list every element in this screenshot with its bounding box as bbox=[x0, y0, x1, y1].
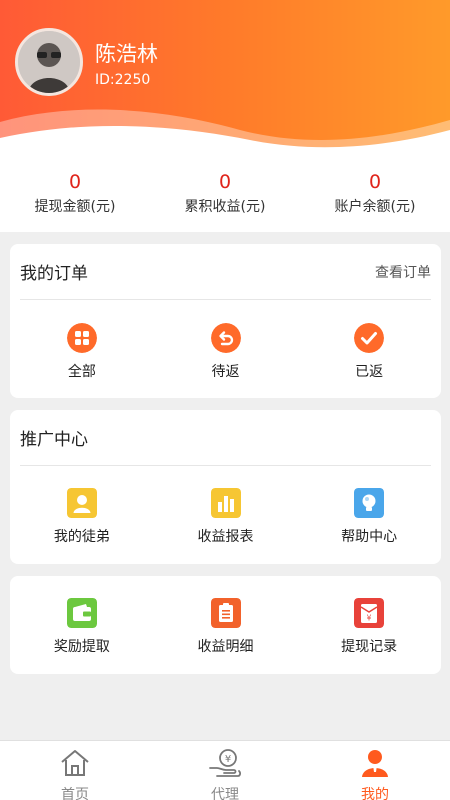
stats-bar: 0 提现金额(元) 0 累积收益(元) 0 账户余额(元) bbox=[0, 160, 450, 232]
stat-value: 0 bbox=[68, 171, 82, 193]
order-filter-label: 全部 bbox=[67, 364, 96, 380]
yen-hand-icon: ¥ bbox=[209, 749, 241, 777]
order-filter-label: 已返 bbox=[355, 364, 384, 380]
user-id: ID:2250 bbox=[95, 72, 151, 88]
user-icon bbox=[362, 750, 388, 777]
wallet-icon bbox=[66, 598, 97, 628]
tab-label: 首页 bbox=[61, 787, 89, 800]
stat-label: 账户余额(元) bbox=[334, 199, 416, 215]
tab-label: 代理 bbox=[211, 787, 239, 800]
promo-item-earnings-report[interactable]: 收益报表 bbox=[154, 488, 298, 546]
stat-value: 0 bbox=[368, 171, 382, 193]
tab-mine[interactable]: 我的 bbox=[300, 741, 450, 800]
profile-header: 陈浩林 ID:2250 bbox=[0, 0, 450, 160]
more-item-earnings-detail[interactable]: 收益明细 bbox=[154, 598, 298, 656]
stat-accumulated[interactable]: 0 累积收益(元) bbox=[150, 160, 300, 232]
more-item-label: 提现记录 bbox=[341, 639, 398, 655]
home-icon bbox=[61, 750, 89, 776]
bar-chart-icon bbox=[210, 488, 241, 518]
orders-title: 我的订单 bbox=[20, 264, 88, 284]
more-card: 奖励提取 收益明细 ¥ 提现记录 bbox=[10, 576, 441, 674]
yen-envelope-icon: ¥ bbox=[354, 598, 385, 628]
stat-withdrawn[interactable]: 0 提现金额(元) bbox=[0, 160, 150, 232]
more-item-reward-withdraw[interactable]: 奖励提取 bbox=[10, 598, 154, 656]
stat-balance[interactable]: 0 账户余额(元) bbox=[300, 160, 450, 232]
promo-item-label: 我的徒弟 bbox=[53, 529, 110, 545]
stat-label: 累积收益(元) bbox=[184, 199, 266, 215]
svg-text:¥: ¥ bbox=[367, 614, 372, 623]
order-filter-returned[interactable]: 已返 bbox=[297, 323, 441, 381]
orders-card-header: 我的订单 查看订单 bbox=[20, 244, 431, 300]
bulb-icon bbox=[354, 488, 385, 518]
return-arrow-icon bbox=[210, 323, 241, 353]
bottom-tab-bar: 首页 ¥ 代理 我的 bbox=[0, 740, 450, 800]
tab-label: 我的 bbox=[361, 787, 389, 800]
promo-item-help-center[interactable]: 帮助中心 bbox=[297, 488, 441, 546]
more-item-withdraw-records[interactable]: ¥ 提现记录 bbox=[297, 598, 441, 656]
orders-row: 全部 待返 已返 bbox=[10, 300, 441, 381]
header-wave bbox=[0, 109, 450, 160]
user-name: 陈浩林 bbox=[95, 42, 158, 66]
grid-icon bbox=[66, 323, 97, 353]
order-filter-label: 待返 bbox=[211, 364, 240, 380]
order-filter-all[interactable]: 全部 bbox=[10, 323, 154, 381]
avatar-image bbox=[18, 31, 80, 93]
promo-row: 我的徒弟 收益报表 帮助中心 bbox=[10, 466, 441, 546]
svg-text:¥: ¥ bbox=[225, 754, 231, 765]
more-item-label: 收益明细 bbox=[197, 639, 254, 655]
clipboard-icon bbox=[210, 598, 241, 628]
promo-card: 推广中心 我的徒弟 收益报表 帮助中心 bbox=[10, 410, 441, 564]
promo-title: 推广中心 bbox=[20, 430, 88, 450]
tab-home[interactable]: 首页 bbox=[0, 741, 150, 800]
promo-card-header: 推广中心 bbox=[20, 410, 431, 466]
stat-label: 提现金额(元) bbox=[34, 199, 116, 215]
person-icon bbox=[66, 488, 97, 518]
view-orders-link[interactable]: 查看订单 bbox=[375, 262, 431, 282]
tab-agent[interactable]: ¥ 代理 bbox=[150, 741, 300, 800]
promo-item-apprentices[interactable]: 我的徒弟 bbox=[10, 488, 154, 546]
more-item-label: 奖励提取 bbox=[53, 639, 110, 655]
orders-card: 我的订单 查看订单 全部 待返 已返 bbox=[10, 244, 441, 398]
promo-item-label: 收益报表 bbox=[197, 529, 254, 545]
check-icon bbox=[354, 323, 385, 353]
avatar[interactable] bbox=[15, 28, 83, 96]
more-row: 奖励提取 收益明细 ¥ 提现记录 bbox=[10, 576, 441, 656]
order-filter-pending[interactable]: 待返 bbox=[154, 323, 298, 381]
promo-item-label: 帮助中心 bbox=[341, 529, 398, 545]
stat-value: 0 bbox=[218, 171, 232, 193]
